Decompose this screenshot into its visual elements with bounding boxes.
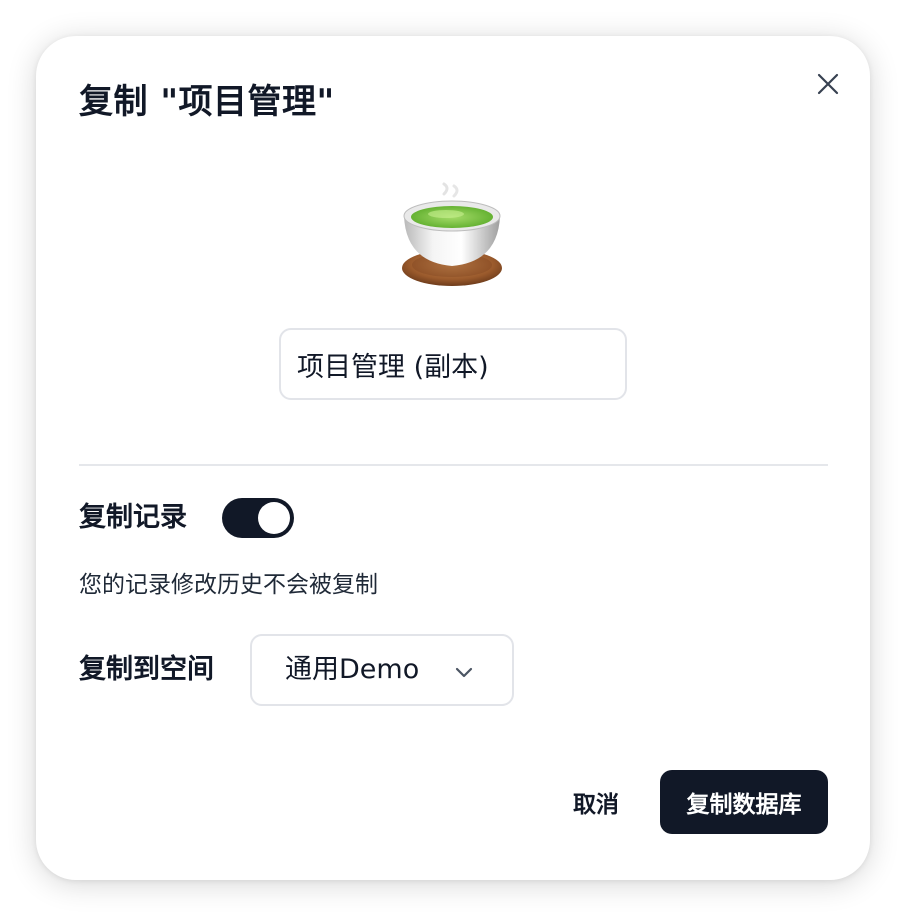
database-name-input[interactable] (279, 328, 627, 400)
space-select[interactable]: 通用Demo (250, 634, 514, 706)
copy-records-label: 复制记录 (79, 502, 187, 533)
teacup-emoji-icon (402, 182, 502, 286)
copy-to-space-label: 复制到空间 (79, 654, 214, 685)
chevron-down-icon (455, 667, 473, 678)
dialog-title: 复制 "项目管理" (79, 82, 335, 122)
duplicate-database-button[interactable]: 复制数据库 (660, 770, 828, 834)
close-button[interactable] (810, 66, 846, 102)
close-icon (817, 73, 839, 95)
toggle-knob (258, 502, 290, 534)
duplicate-database-dialog: 复制 "项目管理" 项目管理 (副本) 复制记录 您的记录修改历史不会被复制 复… (36, 36, 870, 880)
copy-records-hint: 您的记录修改历史不会被复制 (79, 572, 378, 598)
divider (79, 464, 828, 466)
cancel-button[interactable]: 取消 (556, 778, 636, 826)
page: 复制 "项目管理" 项目管理 (副本) 复制记录 您的记录修改历史不会被复制 复… (0, 0, 906, 916)
space-select-value: 通用Demo (285, 654, 420, 685)
copy-records-toggle[interactable] (222, 498, 294, 538)
database-icon-button[interactable] (396, 182, 506, 292)
